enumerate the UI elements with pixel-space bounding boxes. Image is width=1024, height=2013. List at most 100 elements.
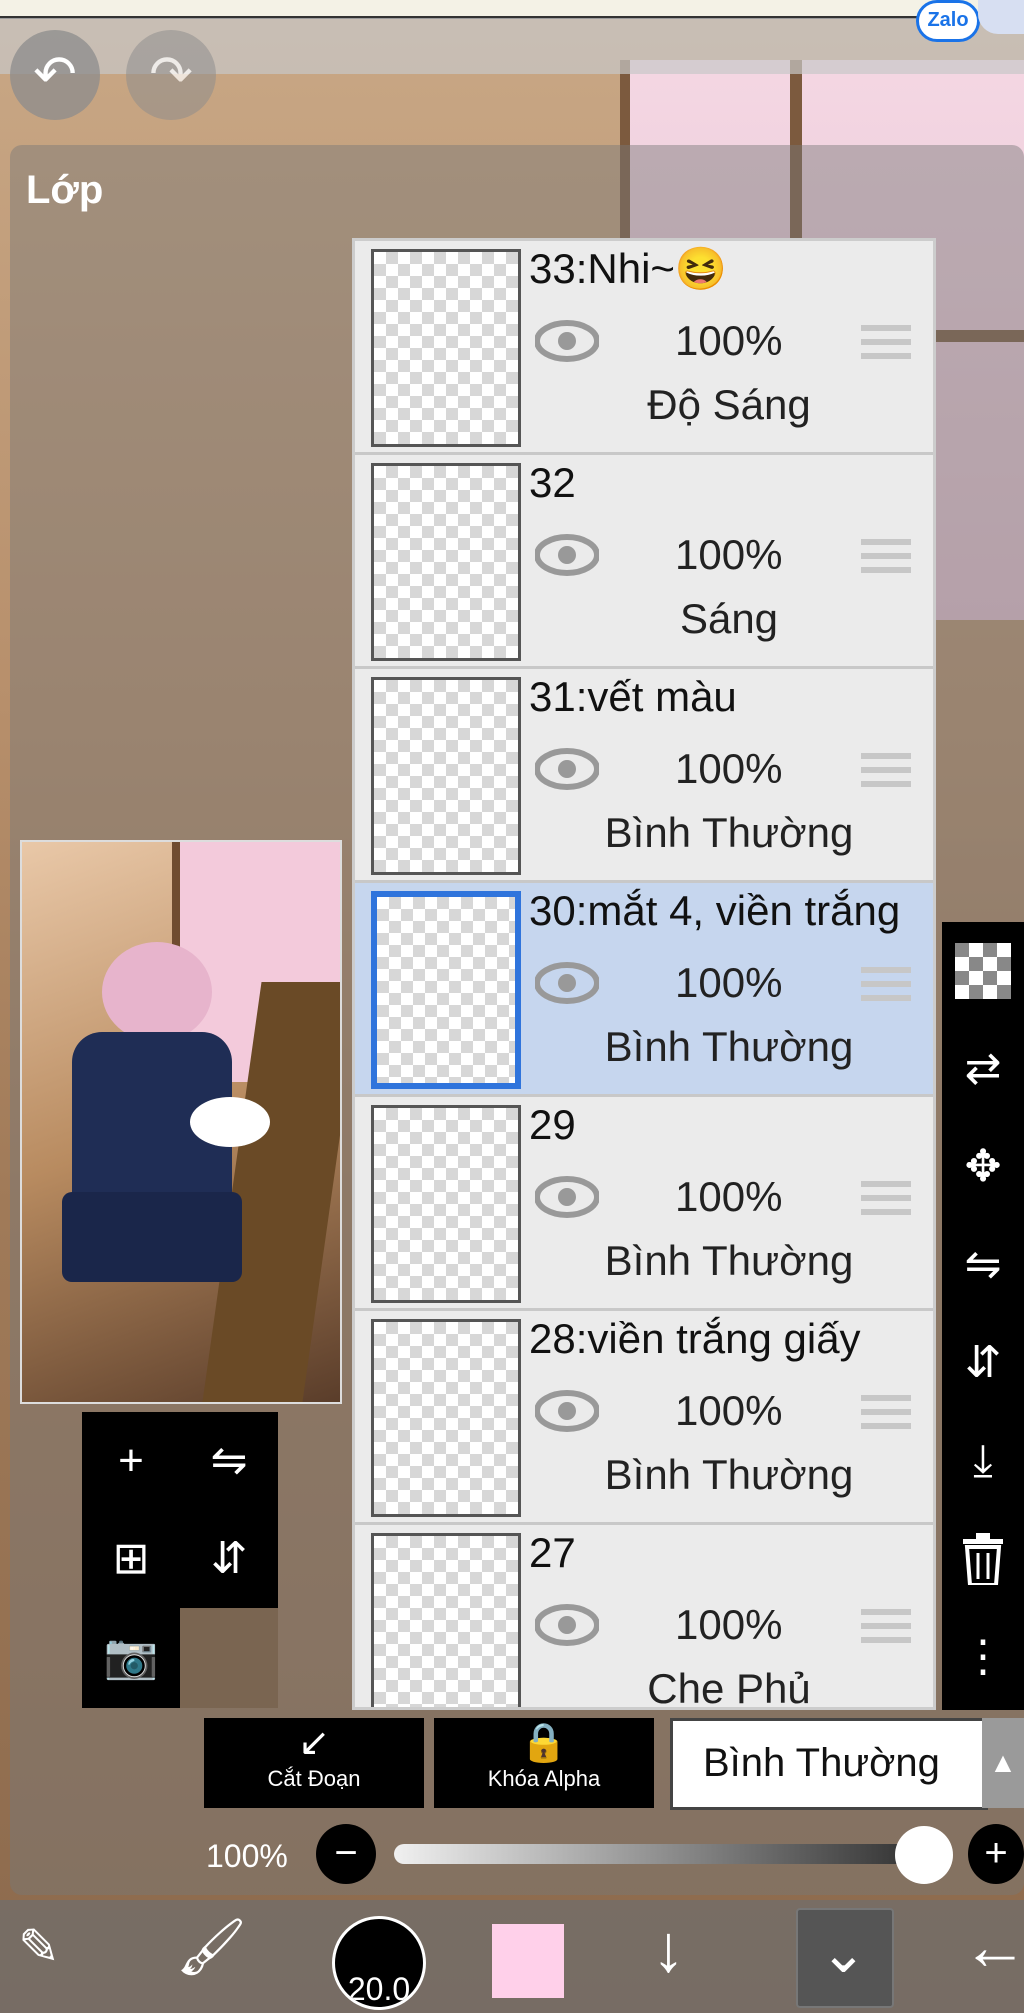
- eye-icon[interactable]: [535, 961, 599, 1005]
- layer-thumbnail: [371, 677, 521, 875]
- alpha-lock-button[interactable]: 🔒 Khóa Alpha: [434, 1718, 654, 1808]
- layer-thumbnail: [371, 1319, 521, 1517]
- layer-row[interactable]: 32 100% Sáng: [355, 455, 933, 669]
- delete-layer-button[interactable]: [942, 1510, 1024, 1608]
- layer-name: 33:Nhi~😆: [529, 245, 728, 292]
- brush-button[interactable]: 🖌: [176, 1914, 247, 1980]
- layer-name: 27: [529, 1529, 576, 1576]
- merge-down-icon: ⤓: [973, 1436, 993, 1485]
- move-icon: ✥: [964, 1142, 1002, 1191]
- eye-icon[interactable]: [535, 747, 599, 791]
- blend-mode-select[interactable]: Bình Thường: [670, 1718, 988, 1810]
- layer-opacity: 100%: [675, 1601, 783, 1648]
- color-swatch[interactable]: [492, 1924, 564, 1998]
- clip-arrow-icon: ↙: [298, 1722, 330, 1764]
- layer-row[interactable]: 28:viền trắng giấy 100% Bình Thường: [355, 1311, 933, 1525]
- undo-button[interactable]: ↶: [10, 30, 100, 120]
- checker-button[interactable]: [942, 922, 1024, 1020]
- flip-vertical-button[interactable]: ⇵: [180, 1510, 278, 1608]
- layer-opacity: 100%: [675, 1173, 783, 1220]
- brush-icon: 🖌: [176, 1915, 248, 1978]
- layers-button[interactable]: ⌄: [796, 1908, 894, 2008]
- drag-handle-icon[interactable]: [861, 539, 911, 575]
- layer-row[interactable]: 29 100% Bình Thường: [355, 1097, 933, 1311]
- layer-blend-mode: Độ Sáng: [647, 381, 811, 428]
- drag-handle-icon[interactable]: [861, 753, 911, 789]
- move-button[interactable]: ✥: [942, 1118, 1024, 1216]
- checker-icon: [955, 943, 1011, 999]
- preview-skirt: [62, 1192, 242, 1282]
- tool-swap-button[interactable]: ✎: [18, 1918, 60, 1976]
- arrow-left-icon: ←: [962, 1909, 1024, 1983]
- minus-icon: −: [334, 1831, 358, 1875]
- drag-handle-icon[interactable]: [861, 325, 911, 361]
- layer-name: 30:mắt 4, viền trắng: [529, 887, 901, 934]
- brush-size-dial[interactable]: 20.0: [332, 1916, 426, 2010]
- opacity-value: 100%: [206, 1838, 288, 1874]
- download-button[interactable]: ↓: [652, 1910, 685, 1986]
- eye-icon[interactable]: [535, 1175, 599, 1219]
- more-button[interactable]: ⋮: [942, 1608, 1024, 1706]
- zalo-badge[interactable]: Zalo: [916, 0, 980, 42]
- canvas-preview[interactable]: [20, 840, 342, 1404]
- layer-opacity: 100%: [675, 531, 783, 578]
- layer-opacity: 100%: [675, 1387, 783, 1434]
- flip-horizontal-button[interactable]: ⇋: [942, 1216, 1024, 1314]
- flip-vertical-button[interactable]: ⇵: [942, 1314, 1024, 1412]
- add-layer-button[interactable]: +: [82, 1412, 180, 1510]
- layer-thumbnail: [371, 1533, 521, 1707]
- redo-button[interactable]: ↷: [126, 30, 216, 120]
- layer-row[interactable]: 27 100% Che Phủ: [355, 1525, 933, 1710]
- layer-thumbnail: [371, 463, 521, 661]
- blend-mode-value: Bình Thường: [703, 1741, 940, 1785]
- layer-name: 32: [529, 459, 576, 506]
- layer-tools-gap: [180, 1608, 278, 1708]
- eye-icon[interactable]: [535, 533, 599, 577]
- layer-row[interactable]: 31:vết màu 100% Bình Thường: [355, 669, 933, 883]
- transfer-button[interactable]: ⇄: [942, 1020, 1024, 1118]
- pen-eraser-icon: ✎: [18, 1919, 60, 1975]
- eye-icon[interactable]: [535, 1603, 599, 1647]
- preview-palette: [190, 1097, 270, 1147]
- layer-blend-mode: Bình Thường: [604, 1237, 854, 1284]
- opacity-decrease-button[interactable]: −: [316, 1824, 376, 1884]
- layer-blend-mode: Sáng: [679, 595, 779, 642]
- layer-blend-mode: Bình Thường: [604, 1451, 854, 1498]
- flip-horizontal-button[interactable]: ⇋: [180, 1412, 278, 1510]
- layer-row[interactable]: 33:Nhi~😆 100% Độ Sáng: [355, 241, 933, 455]
- camera-layer-button[interactable]: 📷: [82, 1608, 180, 1706]
- duplicate-layer-button[interactable]: ⊞: [82, 1510, 180, 1608]
- layer-row-selected[interactable]: 30:mắt 4, viền trắng 100% Bình Thường: [355, 883, 933, 1097]
- eye-icon[interactable]: [535, 1389, 599, 1433]
- clip-button[interactable]: ↙ Cắt Đoạn: [204, 1718, 424, 1808]
- opacity-increase-button[interactable]: +: [968, 1824, 1024, 1884]
- drag-handle-icon[interactable]: [861, 1181, 911, 1217]
- opacity-slider[interactable]: [394, 1844, 924, 1864]
- layer-blend-mode: Bình Thường: [604, 1023, 854, 1070]
- plus-icon: +: [984, 1831, 1008, 1875]
- blend-mode-dropdown-button[interactable]: ▲: [982, 1718, 1024, 1808]
- back-button[interactable]: ←: [962, 1908, 1024, 1984]
- eye-icon[interactable]: [535, 319, 599, 363]
- layer-thumbnail: [371, 249, 521, 447]
- layer-opacity: 100%: [675, 317, 783, 364]
- drag-handle-icon[interactable]: [861, 1395, 911, 1431]
- right-toolbar: ⇄ ✥ ⇋ ⇵ ⤓ ⋮: [942, 922, 1024, 1710]
- plus-icon: +: [118, 1436, 144, 1485]
- flip-vertical-icon: ⇵: [210, 1534, 248, 1583]
- layer-opacity: 100%: [675, 959, 783, 1006]
- undo-icon: ↶: [33, 46, 77, 104]
- layer-blend-mode: Che Phủ: [647, 1665, 811, 1710]
- layer-list[interactable]: 33:Nhi~😆 100% Độ Sáng 32 100% Sáng 31:vế…: [352, 238, 936, 1710]
- more-icon: ⋮: [961, 1632, 1005, 1681]
- opacity-slider-knob[interactable]: [895, 1826, 953, 1884]
- layer-name: 28:viền trắng giấy: [529, 1315, 861, 1362]
- add-copy-icon: ⊞: [112, 1534, 150, 1583]
- status-bar: [0, 0, 1024, 19]
- avatar: [978, 0, 1024, 34]
- redo-icon: ↷: [149, 46, 193, 104]
- drag-handle-icon[interactable]: [861, 1609, 911, 1645]
- flip-horizontal-icon: ⇋: [210, 1436, 248, 1485]
- drag-handle-icon[interactable]: [861, 967, 911, 1003]
- merge-down-button[interactable]: ⤓: [942, 1412, 1024, 1510]
